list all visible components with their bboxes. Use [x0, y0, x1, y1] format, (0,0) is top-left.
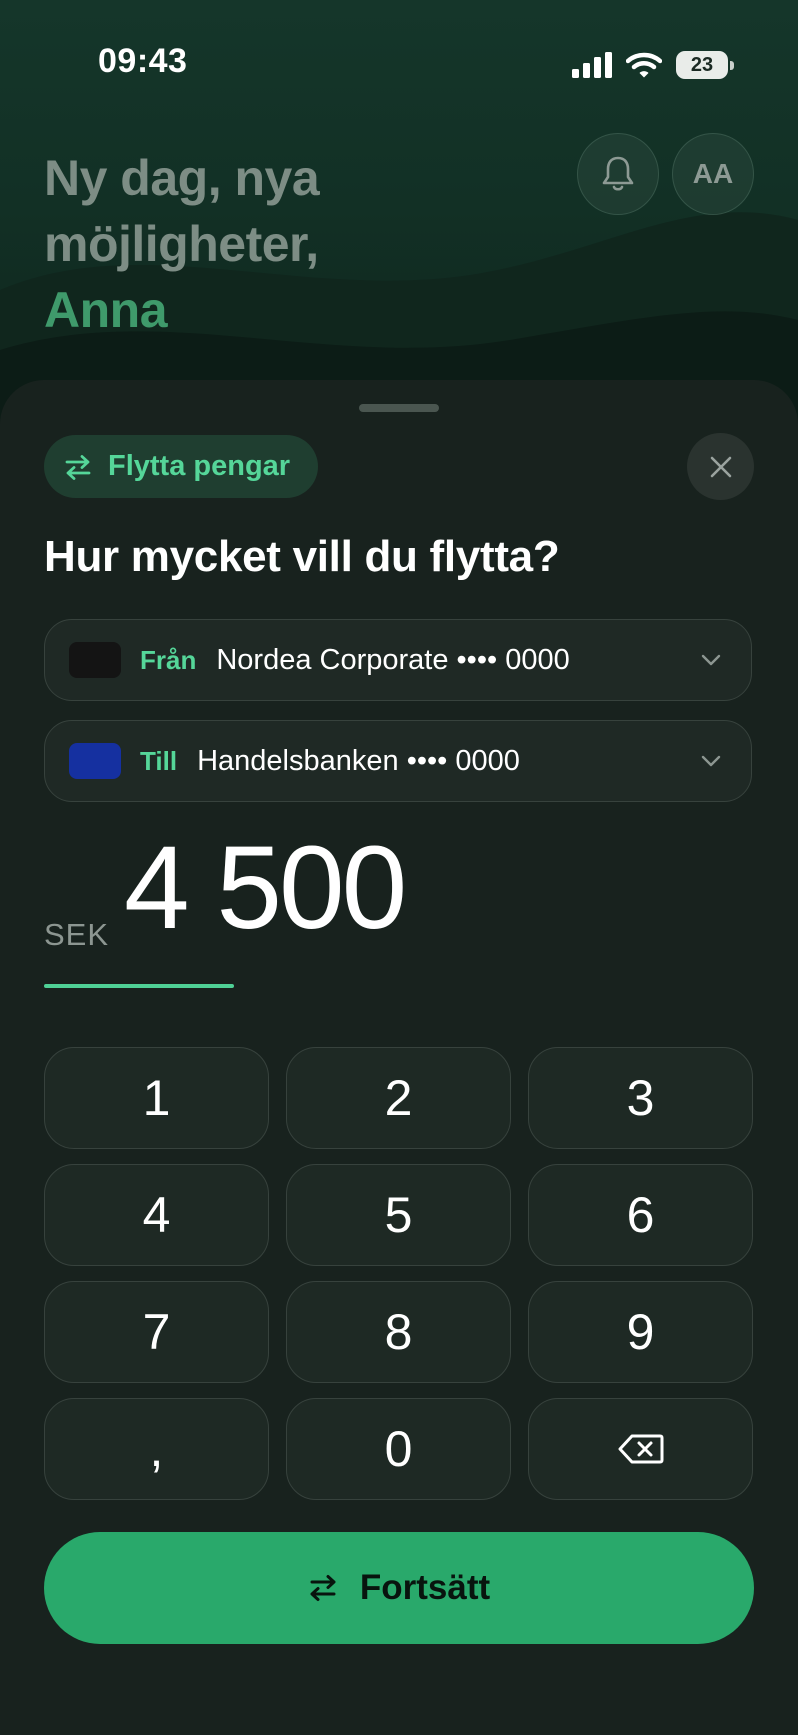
from-account-swatch	[69, 642, 121, 678]
key-6[interactable]: 6	[528, 1164, 753, 1266]
battery-level: 23	[690, 53, 714, 76]
transfer-arrows-icon	[65, 454, 91, 480]
signal-icon	[572, 52, 612, 78]
wifi-icon	[626, 52, 662, 77]
greeting: Ny dag, nya möjligheter, Anna	[44, 145, 320, 343]
close-icon	[710, 456, 731, 477]
chevron-down-icon	[701, 755, 721, 767]
key-5[interactable]: 5	[286, 1164, 511, 1266]
greeting-line-2: möjligheter,	[44, 216, 319, 272]
from-label: Från	[140, 644, 197, 675]
key-8[interactable]: 8	[286, 1281, 511, 1383]
status-time: 09:43	[98, 42, 188, 80]
to-account-selector[interactable]: Till Handelsbanken •••• 0000	[44, 720, 752, 802]
amount-underline	[44, 984, 234, 988]
key-2[interactable]: 2	[286, 1047, 511, 1149]
key-4[interactable]: 4	[44, 1164, 269, 1266]
status-icons: 23	[572, 48, 734, 82]
chip-label: Flytta pengar	[108, 450, 291, 482]
chevron-down-icon	[701, 654, 721, 666]
page-title: Hur mycket vill du flytta?	[44, 532, 560, 581]
avatar-button[interactable]: AA	[672, 133, 754, 215]
transfer-chip[interactable]: Flytta pengar	[44, 435, 319, 498]
close-button[interactable]	[687, 433, 754, 500]
key-backspace[interactable]	[528, 1398, 753, 1500]
transfer-sheet: Flytta pengar Hur mycket vill du flytta?…	[0, 380, 798, 1735]
user-name: Anna	[44, 282, 168, 338]
notifications-button[interactable]	[577, 133, 659, 215]
to-label: Till	[140, 745, 178, 776]
to-account-name: Handelsbanken •••• 0000	[197, 744, 520, 777]
backspace-icon	[618, 1434, 663, 1464]
currency-label: SEK	[44, 917, 110, 952]
from-account-selector[interactable]: Från Nordea Corporate •••• 0000	[44, 619, 752, 701]
continue-label: Fortsätt	[359, 1568, 491, 1607]
continue-button[interactable]: Fortsätt	[44, 1532, 754, 1644]
battery-tip	[730, 61, 734, 70]
key-3[interactable]: 3	[528, 1047, 753, 1149]
avatar-initials: AA	[692, 158, 734, 189]
amount-display[interactable]: 4 500	[124, 820, 407, 956]
keypad: 1 2 3 4 5 6 7 8 9 , 0	[44, 1047, 754, 1500]
battery-icon: 23	[676, 51, 734, 79]
app-screen: 09:43 23 Ny dag, nya möjligheter, Anna A…	[0, 0, 798, 1735]
greeting-line-1: Ny dag, nya	[44, 150, 320, 206]
from-account-name: Nordea Corporate •••• 0000	[216, 643, 570, 676]
bell-icon	[602, 156, 634, 191]
key-7[interactable]: 7	[44, 1281, 269, 1383]
sheet-grabber[interactable]	[359, 404, 439, 412]
key-comma[interactable]: ,	[44, 1398, 269, 1500]
key-0[interactable]: 0	[286, 1398, 511, 1500]
to-account-swatch	[69, 743, 121, 779]
key-9[interactable]: 9	[528, 1281, 753, 1383]
transfer-arrows-icon	[310, 1575, 336, 1601]
key-1[interactable]: 1	[44, 1047, 269, 1149]
